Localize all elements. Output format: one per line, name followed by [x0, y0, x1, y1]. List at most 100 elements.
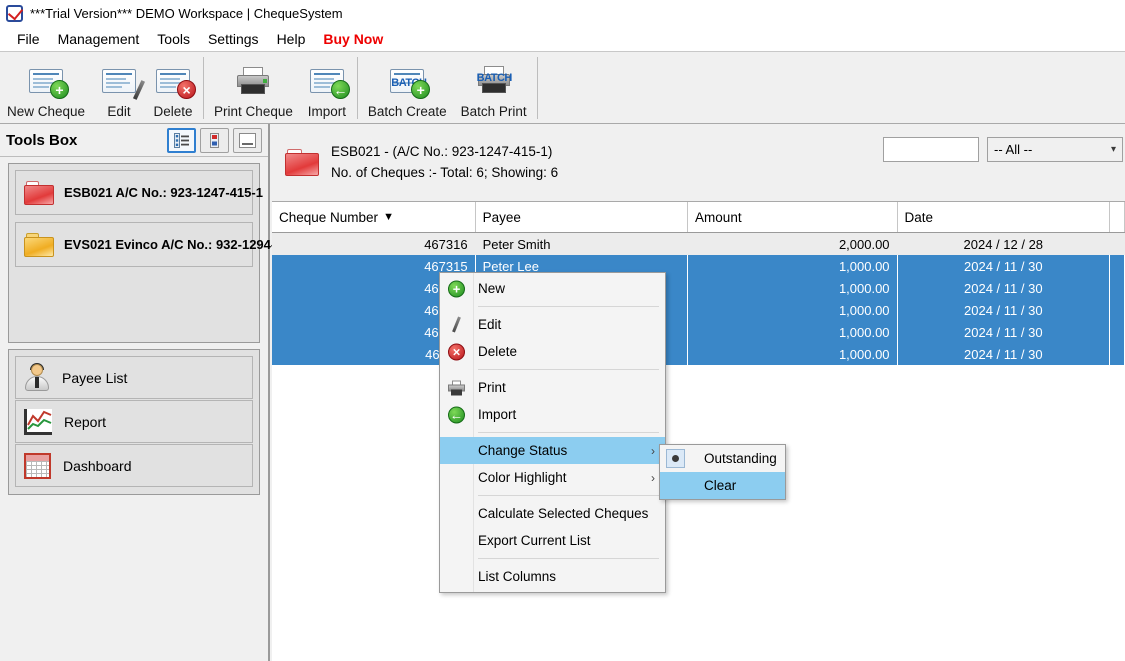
submenu-item-outstanding-label: Outstanding [704, 451, 777, 466]
delete-cheque-icon: × [156, 59, 197, 103]
cell-extra [1110, 299, 1125, 321]
context-menu-item-new[interactable]: + New [440, 275, 665, 302]
import-label: Import [307, 104, 346, 119]
batch-create-icon: BATCH + [390, 59, 431, 103]
account-info: ESB021 - (A/C No.: 923-1247-415-1) No. o… [331, 142, 558, 184]
cheque-check-icon [6, 5, 23, 22]
context-menu-item-print[interactable]: Print [440, 374, 665, 401]
filter-dropdown[interactable]: -- All -- ▾ [987, 137, 1123, 162]
add-green-icon: + [447, 279, 466, 298]
toolbar-separator-2 [356, 57, 358, 119]
detail-view-button[interactable] [200, 127, 229, 153]
toolbar-group-batch: BATCH + Batch Create BATCH Batch Print [361, 57, 534, 123]
menu-item-help[interactable]: Help [268, 28, 315, 50]
table-row[interactable]: 467313 1,000.00 2024 / 11 / 30 [272, 299, 1125, 321]
cell-amount: 1,000.00 [688, 299, 898, 321]
list-view-button[interactable] [167, 127, 196, 153]
column-header-date[interactable]: Date [897, 202, 1111, 232]
grid-icon [24, 452, 51, 479]
toolbar-separator-1 [203, 57, 205, 119]
table-row[interactable]: 467314 1,000.00 2024 / 11 / 30 [272, 277, 1125, 299]
sidebar-item-account-evs021[interactable]: EVS021 Evinco A/C No.: 932-1294-391-1 [15, 222, 308, 267]
sort-descending-icon: ▼ [383, 211, 394, 223]
context-menu-item-export-current-list[interactable]: Export Current List [440, 527, 665, 554]
batch-print-button[interactable]: BATCH Batch Print [454, 57, 534, 119]
batch-print-label: Batch Print [460, 104, 527, 119]
accounts-panel: ESB021 A/C No.: 923-1247-415-1 EVS021 Ev… [8, 163, 308, 343]
menu-item-management[interactable]: Management [49, 28, 149, 50]
chevron-down-icon: ▾ [1110, 144, 1116, 155]
column-header-amount[interactable]: Amount [688, 202, 898, 232]
menu-separator [478, 495, 659, 496]
import-button[interactable]: ← Import [300, 57, 354, 119]
menu-item-file[interactable]: File [8, 28, 49, 50]
cell-date: 2024 / 11 / 30 [898, 299, 1111, 321]
cell-date: 2024 / 12 / 28 [898, 233, 1111, 255]
print-cheque-button[interactable]: Print Cheque [207, 57, 300, 119]
context-menu-item-delete[interactable]: × Delete [440, 338, 665, 365]
pencil-icon [447, 315, 466, 334]
cell-extra [1110, 233, 1125, 255]
sidebar-item-report[interactable]: Report [15, 400, 253, 443]
header-controls: -- All -- ▾ [883, 137, 1123, 162]
table-row[interactable]: 467315 Peter Lee 1,000.00 2024 / 11 / 30 [272, 255, 1125, 277]
context-menu-item-delete-label: Delete [478, 344, 518, 359]
cell-amount: 1,000.00 [688, 277, 898, 299]
payee-list-label: Payee List [62, 369, 128, 386]
edit-cheque-icon [102, 59, 146, 103]
cheque-table: Cheque Number ▼ Payee Amount Date 467316… [272, 202, 1125, 365]
toolbar-group-print: Print Cheque ← Import [207, 57, 354, 123]
tools-box-title: Tools Box [6, 131, 78, 149]
context-menu-item-new-label: New [478, 281, 506, 296]
delete-red-icon: × [447, 342, 466, 361]
submenu-item-outstanding[interactable]: Outstanding [660, 445, 785, 472]
menu-bar: File Management Tools Settings Help Buy … [0, 27, 1125, 52]
column-header-extra[interactable] [1110, 202, 1125, 232]
context-menu-item-list-columns[interactable]: List Columns [440, 563, 665, 590]
column-header-cheque-number[interactable]: Cheque Number ▼ [272, 202, 476, 232]
cell-date: 2024 / 11 / 30 [898, 277, 1111, 299]
printer-icon [447, 378, 466, 397]
cell-extra [1110, 277, 1125, 299]
context-menu-item-print-label: Print [478, 380, 506, 395]
menu-item-settings[interactable]: Settings [199, 28, 268, 50]
context-menu-item-color-highlight[interactable]: Color Highlight › [440, 464, 665, 491]
new-cheque-button[interactable]: + New Cheque [0, 57, 92, 119]
cell-extra [1110, 321, 1125, 343]
menu-item-tools[interactable]: Tools [148, 28, 199, 50]
table-row[interactable]: 467311 1,000.00 2024 / 11 / 30 [272, 343, 1125, 365]
title-bar: ***Trial Version*** DEMO Workspace | Che… [0, 0, 1125, 27]
account-folder-icon [285, 149, 319, 176]
dashboard-label: Dashboard [63, 457, 132, 474]
batch-print-icon: BATCH [477, 59, 512, 103]
context-menu-item-import[interactable]: ← Import [440, 401, 665, 428]
table-row[interactable]: 467312 1,000.00 2024 / 11 / 30 [272, 321, 1125, 343]
cell-extra [1110, 343, 1125, 365]
search-input[interactable] [883, 137, 979, 162]
sidebar-item-payee-list[interactable]: Payee List [15, 356, 253, 399]
edit-button[interactable]: Edit [92, 57, 146, 119]
context-menu-item-change-status[interactable]: Change Status › [440, 437, 665, 464]
submenu-item-clear-label: Clear [704, 478, 737, 493]
account-subtitle: No. of Cheques :- Total: 6; Showing: 6 [331, 164, 559, 180]
menu-separator [478, 432, 659, 433]
main-content: ESB021 - (A/C No.: 923-1247-415-1) No. o… [272, 124, 1125, 661]
column-header-payee[interactable]: Payee [475, 202, 689, 232]
submenu-item-clear[interactable]: Clear [660, 472, 785, 499]
context-menu-item-change-status-label: Change Status [478, 443, 568, 458]
table-row[interactable]: 467316 Peter Smith 2,000.00 2024 / 12 / … [272, 233, 1125, 255]
menu-item-buy-now[interactable]: Buy Now [314, 28, 392, 50]
sidebar-item-account-esb021[interactable]: ESB021 A/C No.: 923-1247-415-1 [15, 170, 263, 215]
delete-button[interactable]: × Delete [146, 57, 200, 119]
cell-date: 2024 / 11 / 30 [898, 321, 1111, 343]
context-menu-item-calculate-selected-cheques[interactable]: Calculate Selected Cheques [440, 500, 665, 527]
batch-create-button[interactable]: BATCH + Batch Create [361, 57, 454, 119]
collapse-button[interactable] [233, 127, 262, 153]
radio-selected-icon [666, 449, 685, 468]
context-menu-item-edit[interactable]: Edit [440, 311, 665, 338]
menu-separator [478, 558, 659, 559]
import-green-icon: ← [448, 406, 465, 423]
application-window: ***Trial Version*** DEMO Workspace | Che… [0, 0, 1125, 661]
sidebar-item-dashboard[interactable]: Dashboard [15, 444, 253, 487]
context-menu-item-import-label: Import [478, 407, 517, 422]
